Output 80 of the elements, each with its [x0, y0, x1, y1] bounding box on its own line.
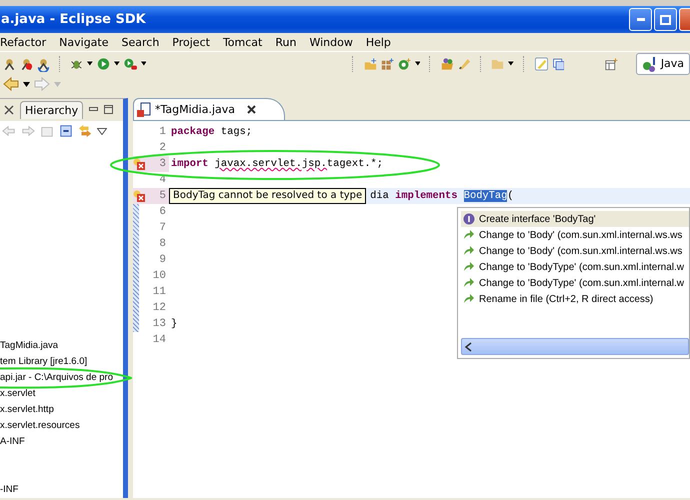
error-lightbulb-icon[interactable] [133, 190, 145, 202]
line-number: 1 [159, 126, 166, 138]
scroll-left-icon[interactable] [464, 342, 474, 352]
line-number: 13 [152, 318, 166, 330]
minimize-icon [636, 18, 644, 21]
menu-item[interactable]: Search [122, 36, 166, 48]
line-number: 12 [152, 302, 166, 314]
menu-item[interactable]: Run [275, 36, 304, 48]
line-number: 3 [159, 158, 166, 170]
caret-icon[interactable] [87, 61, 94, 66]
open-perspective-icon[interactable] [604, 56, 618, 72]
quick-fix-item[interactable]: Change to 'Body' (com.sun.xml.internal.ws.ws [461, 227, 689, 243]
code-line: import javax.servlet.jsp.tagext.*; [171, 158, 384, 170]
code-line: } [171, 318, 178, 330]
tree-item[interactable]: -INF [0, 482, 123, 498]
error-lightbulb-icon[interactable] [133, 158, 145, 170]
menu-item[interactable]: Help [366, 36, 398, 48]
quick-fix-item[interactable]: Change to 'BodyType' (com.sun.xml.internal.w [461, 275, 689, 291]
tree-item[interactable]: TagMidia.java [0, 338, 123, 354]
line-number: 11 [152, 286, 166, 298]
caret-icon[interactable] [23, 82, 30, 86]
collapse-all-icon[interactable] [59, 124, 73, 138]
line-number: 2 [159, 142, 166, 154]
highlight-icon[interactable] [534, 56, 548, 72]
arrow-icon [463, 261, 475, 273]
quick-fix-item[interactable]: Change to 'BodyType' (com.sun.xml.internal.w [461, 259, 689, 275]
java-file-error-icon [137, 102, 151, 118]
minimize-button[interactable] [629, 8, 652, 31]
caret-icon[interactable] [114, 61, 120, 66]
quick-fix-item[interactable]: Change to 'Body' (com.sun.xml.internal.ws.ws [461, 243, 689, 259]
line-number: 8 [159, 238, 166, 250]
line-number: 6 [159, 206, 166, 218]
tree-item[interactable]: x.servlet.http [0, 402, 123, 418]
close-button[interactable] [679, 8, 690, 31]
new-class-icon[interactable] [380, 56, 394, 72]
caret-icon[interactable] [140, 61, 146, 66]
line-number: 7 [159, 222, 166, 234]
code-line: dia implements BodyTag( [370, 190, 514, 202]
menu-item[interactable]: Project [172, 36, 217, 48]
java-perspective-icon [642, 56, 658, 72]
arrow-icon [463, 229, 475, 241]
quick-fix-item[interactable]: Create interface 'BodyTag' [461, 211, 689, 227]
error-tooltip: BodyTag cannot be resolved to a type [169, 188, 366, 204]
caret-icon[interactable] [414, 61, 420, 66]
new-class-circle-icon[interactable] [398, 56, 410, 72]
close-icon[interactable] [247, 105, 256, 114]
view-tab[interactable]: Hierarchy [20, 100, 84, 119]
close-icon[interactable] [4, 104, 14, 115]
tree-item[interactable]: x.servlet.resources [0, 418, 123, 434]
interface-icon [463, 213, 475, 225]
tree-item[interactable]: x.servlet [0, 386, 123, 402]
line-number: 9 [159, 254, 166, 266]
window-title: a.java - Eclipse SDK [0, 12, 146, 27]
arrow-icon [463, 277, 475, 289]
menu-item[interactable]: Window [309, 36, 360, 48]
editor-tab[interactable]: *TagMidia.java [133, 98, 285, 120]
open-type-icon[interactable] [440, 56, 454, 72]
run-icon[interactable] [97, 56, 110, 72]
maximize-icon[interactable] [104, 105, 114, 114]
arrow-icon [463, 245, 475, 257]
tree-item[interactable]: A-INF [0, 434, 123, 450]
arrow-icon [463, 293, 475, 305]
tree-item[interactable]: tem Library [jre1.6.0] [0, 354, 123, 370]
line-number: 14 [152, 334, 166, 346]
menu-item[interactable]: Navigate [59, 36, 116, 48]
view-menu-icon[interactable] [97, 128, 107, 135]
link-editor-icon[interactable] [78, 124, 92, 138]
caret-icon[interactable] [508, 61, 514, 66]
show-whitespace-icon[interactable] [552, 56, 564, 72]
maximize-icon [660, 14, 671, 24]
horizontal-scrollbar[interactable] [461, 338, 689, 355]
perspective-button[interactable]: Java [636, 52, 690, 74]
quick-fix-item[interactable]: Rename in file (Ctrl+2, R direct access) [461, 291, 689, 307]
tree-item[interactable]: api.jar - C:\Arquivos de pro [0, 370, 123, 386]
menu-item[interactable]: Tomcat [222, 36, 270, 48]
code-line: package tags; [171, 126, 252, 138]
maximize-button[interactable] [654, 8, 677, 31]
line-number: 10 [152, 270, 166, 282]
line-number: 5 [159, 190, 166, 202]
menu-item[interactable]: Refactor [0, 36, 54, 48]
